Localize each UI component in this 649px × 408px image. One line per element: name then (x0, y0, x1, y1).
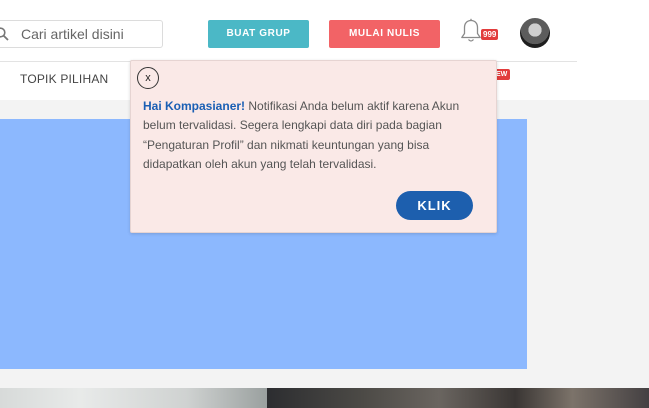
buat-grup-button[interactable]: BUAT GRUP (208, 20, 309, 48)
mulai-nulis-button[interactable]: MULAI NULIS (329, 20, 440, 48)
search-box[interactable] (0, 20, 163, 48)
article-thumbnail[interactable] (0, 388, 267, 408)
user-avatar[interactable] (520, 18, 550, 48)
article-thumbnails (0, 388, 649, 408)
bell-icon[interactable] (459, 18, 483, 44)
search-input[interactable] (21, 24, 157, 44)
notification-count-badge: 999 (481, 29, 499, 40)
popup-greeting: Hai Kompasianer! (143, 99, 246, 113)
nav-item-topik-pilihan[interactable]: TOPIK PILIHAN (20, 72, 108, 86)
notification-validation-popup: x Hai Kompasianer! Notifikasi Anda belum… (130, 60, 497, 233)
close-button[interactable]: x (137, 67, 159, 89)
search-icon[interactable] (0, 27, 9, 41)
article-thumbnail[interactable] (267, 388, 649, 408)
klik-button[interactable]: KLIK (396, 191, 473, 220)
popup-message: Hai Kompasianer! Notifikasi Anda belum a… (143, 97, 483, 174)
